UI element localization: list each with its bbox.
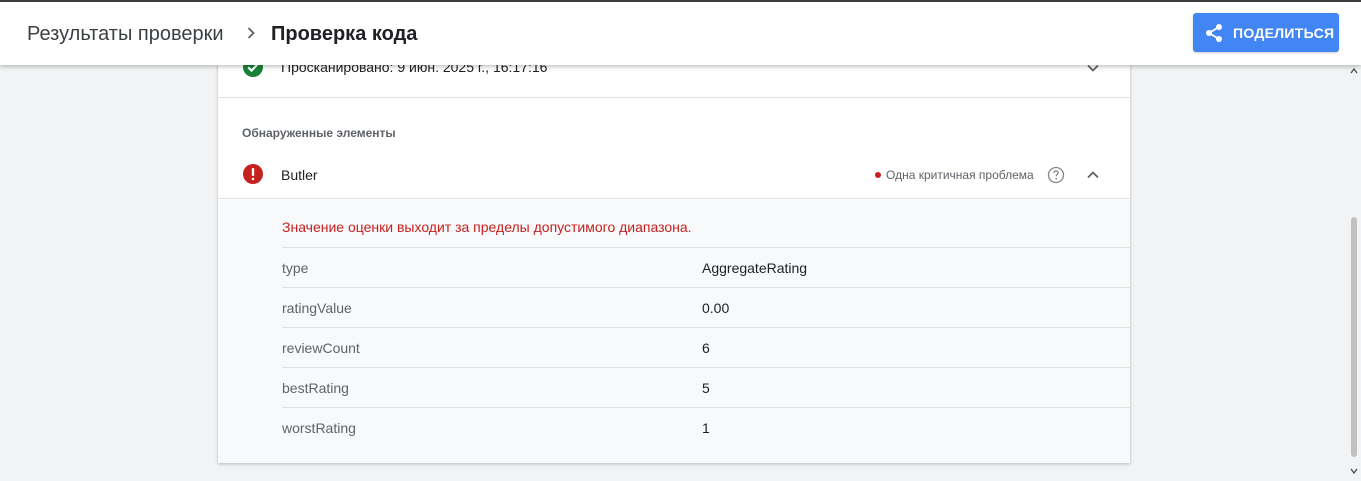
share-button[interactable]: ПОДЕЛИТЬСЯ (1193, 13, 1339, 52)
table-row: type AggregateRating (282, 247, 1130, 287)
error-circle-icon (243, 164, 263, 184)
detected-item-butler[interactable]: Butler Одна критичная проблема (218, 152, 1130, 199)
property-name: ratingValue (282, 300, 352, 316)
detected-items-heading: Обнаруженные элементы (242, 126, 396, 140)
properties-table: type AggregateRating ratingValue 0.00 re… (282, 247, 1130, 447)
vertical-scrollbar[interactable] (1347, 65, 1361, 481)
critical-issue-dot (875, 172, 881, 178)
chevron-right-icon (247, 27, 255, 39)
error-message: Значение оценки выходит за пределы допус… (282, 219, 692, 235)
property-value: 6 (702, 340, 710, 356)
property-name: reviewCount (282, 340, 360, 356)
property-name: worstRating (282, 420, 356, 436)
property-value: 1 (702, 420, 710, 436)
table-row: reviewCount 6 (282, 327, 1130, 367)
scroll-up-arrow-icon[interactable] (1350, 67, 1358, 75)
breadcrumb-root[interactable]: Результаты проверки (27, 22, 224, 46)
chevron-up-icon[interactable] (1085, 167, 1101, 183)
page-title: Проверка кода (271, 23, 418, 45)
table-row: worstRating 1 (282, 407, 1130, 447)
scroll-down-arrow-icon[interactable] (1350, 467, 1358, 475)
property-value: AggregateRating (702, 260, 808, 276)
scrollbar-thumb[interactable] (1351, 217, 1357, 457)
item-details-panel: Значение оценки выходит за пределы допус… (218, 200, 1130, 463)
table-row: ratingValue 0.00 (282, 287, 1130, 327)
share-button-label: ПОДЕЛИТЬСЯ (1233, 25, 1335, 41)
help-circle-icon[interactable] (1047, 166, 1065, 184)
property-name: type (282, 260, 309, 276)
results-card: Просканировано: 9 июн. 2025 г., 16:17:16… (218, 40, 1130, 463)
page-header: Результаты проверки Проверка кода ПОДЕЛИ… (0, 2, 1361, 65)
item-name: Butler (281, 167, 318, 183)
issue-count-label: Одна критичная проблема (886, 168, 1034, 182)
table-row: bestRating 5 (282, 367, 1130, 407)
share-icon (1206, 24, 1222, 42)
property-value: 5 (702, 380, 710, 396)
property-value: 0.00 (702, 300, 730, 316)
property-name: bestRating (282, 380, 349, 396)
